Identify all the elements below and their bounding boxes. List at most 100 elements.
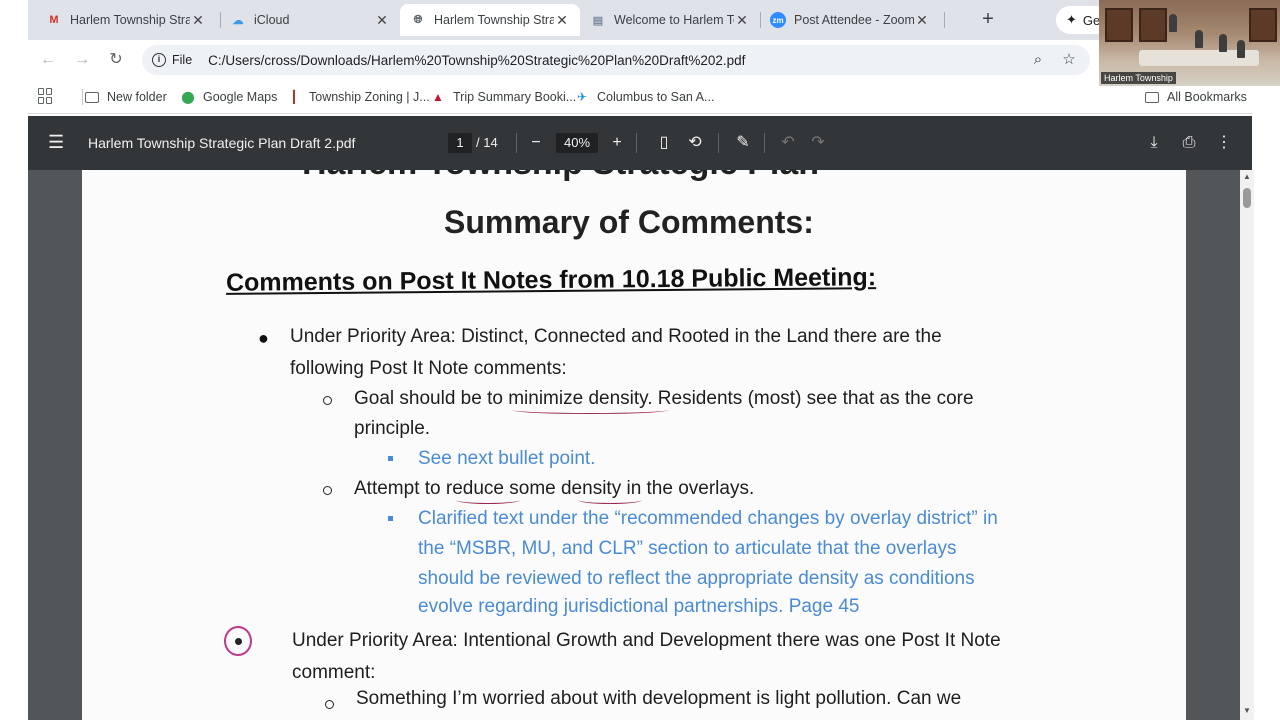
meeting-video-thumbnail[interactable]: Harlem Township — [1099, 0, 1280, 86]
toolbar-divider — [764, 133, 765, 153]
sub2-response-line4: evolve regarding jurisdictional partners… — [418, 596, 860, 617]
video-caption: Harlem Township — [1101, 72, 1176, 84]
handwritten-underline — [578, 496, 642, 504]
close-tab-icon[interactable]: ✕ — [914, 12, 930, 29]
sub1-line2: principle. — [354, 418, 431, 439]
bookmark-label: Township Zoning | J... — [309, 90, 430, 104]
toolbar-divider — [636, 133, 637, 153]
zoom-icon: zm — [770, 12, 786, 28]
zoom-in-icon[interactable]: + — [605, 131, 629, 155]
sub1-response: See next bullet point. — [418, 448, 596, 469]
pdf-viewer[interactable]: Harlem Township Strategic Plan Summary o… — [28, 170, 1252, 720]
close-tab-icon[interactable]: ✕ — [734, 12, 750, 29]
item2-line2: comment: — [292, 662, 376, 683]
rotate-icon[interactable]: ⟲ — [683, 131, 707, 155]
scrollbar-thumb[interactable] — [1243, 188, 1251, 208]
tab-active-strategic-plan[interactable]: 🌐︎ Harlem Township Strat ✕ — [400, 4, 580, 36]
toolbar-divider — [718, 133, 719, 153]
pdf-page: Harlem Township Strategic Plan Summary o… — [82, 170, 1186, 720]
page-total: / 14 — [476, 135, 498, 150]
bookmark-trip-summary[interactable]: ▲ Trip Summary Booki... — [430, 87, 576, 107]
zoom-magnifier-icon[interactable]: ⌕ — [1027, 49, 1049, 71]
bookmark-star-icon[interactable]: ☆ — [1058, 49, 1080, 71]
bookmark-label: Google Maps — [203, 90, 278, 104]
bookshelf-image — [1105, 8, 1133, 42]
sub2-response-line2: the “MSBR, MU, and CLR” section to artic… — [418, 538, 957, 559]
bookmark-columbus-san[interactable]: ✈ Columbus to San A... — [574, 87, 714, 107]
handwritten-underline — [512, 406, 668, 414]
annotate-pen-icon[interactable]: ✎ — [731, 131, 755, 155]
travel-icon: ✈ — [576, 90, 588, 104]
tab-title: Harlem Township Stra — [70, 13, 190, 27]
all-bookmarks[interactable]: All Bookmarks — [1144, 87, 1247, 107]
forward-arrow-icon[interactable]: → — [70, 48, 94, 72]
sub3-line1: Something I’m worried about with develop… — [356, 688, 962, 709]
item2-line1: Under Priority Area: Intentional Growth … — [292, 630, 1001, 651]
more-options-icon[interactable]: ⋮ — [1212, 131, 1236, 155]
bookmark-label: Trip Summary Booki... — [453, 90, 577, 104]
redo-icon[interactable]: ↷ — [806, 131, 830, 155]
person-figure — [1169, 14, 1177, 32]
tab-title: Harlem Township Strat — [434, 13, 554, 27]
document-title-cut: Harlem Township Strategic Plan — [302, 170, 819, 183]
tab-title: Post Attendee - Zoom — [794, 13, 914, 27]
item1-line2: following Post It Note comments: — [290, 358, 567, 379]
folder-icon — [84, 89, 100, 105]
bookmark-divider — [82, 89, 83, 105]
bookmark-township-zoning[interactable]: ┃ Township Zoning | J... — [286, 87, 430, 107]
print-icon[interactable]: ⎙ — [1177, 131, 1201, 155]
bookshelf-image — [1139, 8, 1167, 42]
tab-title: iCloud — [254, 13, 290, 27]
back-arrow-icon[interactable]: ← — [36, 48, 60, 72]
url-text[interactable]: C:/Users/cross/Downloads/Harlem%20Townsh… — [208, 53, 745, 68]
bookmark-google-maps[interactable]: ⬤ Google Maps — [180, 87, 277, 107]
gemini-sparkle-icon: ✦ — [1066, 12, 1077, 27]
navigation-toolbar: ← → ↻ i File C:/Users/cross/Downloads/Ha… — [28, 40, 1252, 80]
bookshelf-image — [1249, 8, 1277, 42]
scroll-down-arrow-icon[interactable]: ▼ — [1242, 706, 1252, 715]
tab-strip: M Harlem Township Stra ✕ ☁ iCloud ✕ 🌐︎ H… — [28, 0, 1252, 40]
left-margin — [0, 0, 28, 720]
zoom-level-input[interactable]: 40% — [556, 133, 598, 153]
address-bar[interactable]: i File C:/Users/cross/Downloads/Harlem%2… — [142, 45, 1090, 75]
tab-gmail[interactable]: M Harlem Township Stra ✕ — [36, 4, 216, 36]
close-tab-icon[interactable]: ✕ — [554, 12, 570, 29]
pdf-toolbar: ☰ Harlem Township Strategic Plan Draft 2… — [28, 116, 1252, 170]
hollow-bullet-icon — [323, 396, 332, 405]
person-figure — [1195, 30, 1203, 48]
apps-grid-icon[interactable] — [38, 88, 54, 104]
fit-page-icon[interactable]: ▯ — [652, 131, 676, 155]
address-actions: ⌕ ☆ — [1018, 49, 1080, 71]
icloud-icon: ☁ — [232, 14, 244, 27]
menu-icon[interactable]: ☰ — [48, 133, 64, 151]
scroll-up-arrow-icon[interactable]: ▲ — [1242, 172, 1252, 181]
tab-zoom[interactable]: zm Post Attendee - Zoom ✕ — [760, 4, 940, 36]
close-tab-icon[interactable]: ✕ — [190, 12, 206, 29]
info-icon[interactable]: i — [152, 53, 166, 67]
bookmark-new-folder[interactable]: New folder — [84, 87, 167, 107]
summary-heading: Summary of Comments: — [444, 204, 814, 240]
tab-icloud[interactable]: ☁ iCloud ✕ — [220, 4, 400, 36]
bullet-icon: ● — [258, 328, 269, 348]
person-figure — [1219, 34, 1227, 52]
handwritten-underline — [456, 496, 520, 504]
square-bullet-icon — [388, 456, 393, 461]
hollow-bullet-icon — [323, 486, 332, 495]
scheme-chip[interactable]: File — [172, 53, 192, 67]
zoom-out-icon[interactable]: − — [524, 131, 548, 155]
close-tab-icon[interactable]: ✕ — [374, 12, 390, 29]
sub2-line1: Attempt to reduce some density in the ov… — [354, 478, 755, 499]
undo-icon[interactable]: ↶ — [776, 131, 800, 155]
tab-welcome-harlem[interactable]: ▤ Welcome to Harlem Tc ✕ — [580, 4, 760, 36]
reload-icon[interactable]: ↻ — [104, 48, 128, 72]
sub2-response-line3: should be reviewed to reflect the approp… — [418, 568, 975, 589]
bookmark-label: Columbus to San A... — [597, 90, 715, 104]
page-number-input[interactable]: 1 — [448, 133, 472, 153]
all-bookmarks-label: All Bookmarks — [1167, 90, 1247, 104]
vertical-scrollbar[interactable]: ▲ ▼ — [1240, 170, 1254, 720]
download-icon[interactable]: ⤓ — [1142, 131, 1166, 155]
pdf-title: Harlem Township Strategic Plan Draft 2.p… — [88, 135, 356, 151]
sub2-response-line1: Clarified text under the “recommended ch… — [418, 508, 998, 529]
new-tab-button[interactable]: + — [976, 8, 1000, 32]
bookmark-label: New folder — [107, 90, 167, 104]
